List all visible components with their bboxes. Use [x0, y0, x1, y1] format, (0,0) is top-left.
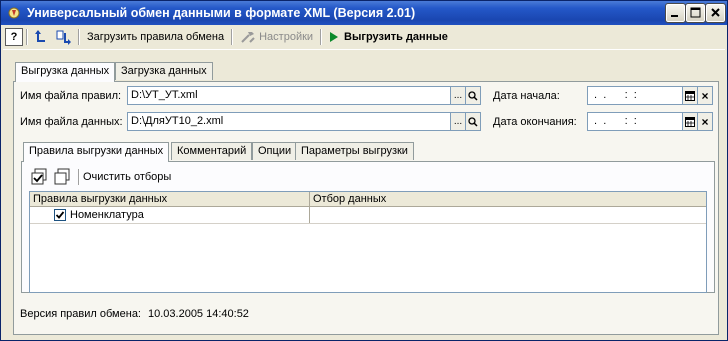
toolbar-separator: [320, 29, 323, 45]
start-date-label: Дата начала:: [493, 90, 560, 102]
maximize-button[interactable]: [685, 3, 706, 23]
end-date-clear-button[interactable]: ×: [697, 112, 713, 131]
start-date-input[interactable]: . . : :: [587, 86, 683, 105]
toolbar-separator: [231, 29, 234, 45]
main-panel: Выгрузка данных Загрузка данных Имя файл…: [3, 49, 725, 339]
grid-toolbar-separator: [78, 169, 80, 185]
tab-export-params-label: Параметры выгрузки: [301, 145, 408, 157]
check-all-icon: [31, 168, 47, 185]
rules-version-label: Версия правил обмена:: [20, 308, 141, 320]
data-file-label: Имя файла данных:: [20, 116, 123, 128]
tab-comment-label: Комментарий: [177, 145, 247, 157]
export-data-label: Выгрузить данные: [344, 31, 448, 43]
checkmark-icon: [55, 211, 65, 219]
row-rule-name: Номенклатура: [70, 209, 144, 221]
undo-arrow-icon: [35, 30, 45, 42]
main-window: Универсальный обмен данными в формате XM…: [0, 0, 728, 341]
uncheck-all-icon: [54, 168, 70, 185]
window-title: Универсальный обмен данными в формате XM…: [27, 6, 416, 20]
end-date-input[interactable]: . . : :: [587, 112, 683, 131]
end-date-calendar-button[interactable]: [682, 112, 698, 131]
tools-icon: [241, 32, 255, 43]
tab-export-rules-label: Правила выгрузки данных: [29, 145, 164, 157]
ellipsis-icon: ...: [453, 89, 463, 101]
uncheck-all-button[interactable]: [53, 168, 71, 186]
column-header-rules[interactable]: Правила выгрузки данных: [33, 193, 167, 205]
calendar-icon: [685, 116, 695, 127]
toolbar: ? Загрузить правила обмена Настройки Выг…: [5, 27, 723, 47]
rules-file-input[interactable]: D:\УТ_УТ.xml: [127, 86, 451, 105]
transfer-arrow-icon: [56, 30, 71, 45]
rules-file-label: Имя файла правил:: [20, 90, 122, 102]
tab-export-rules[interactable]: Правила выгрузки данных: [23, 142, 170, 162]
tab-export-params[interactable]: Параметры выгрузки: [295, 142, 414, 160]
table-row[interactable]: Номенклатура: [30, 207, 706, 224]
help-button[interactable]: ?: [5, 28, 23, 46]
tab-options-label: Опции: [258, 145, 292, 157]
help-icon: ?: [10, 31, 18, 43]
tab-import-label: Загрузка данных: [121, 65, 207, 77]
title-bar[interactable]: Универсальный обмен данными в формате XM…: [1, 1, 727, 25]
close-button[interactable]: [705, 3, 726, 23]
load-rules-label: Загрузить правила обмена: [87, 31, 225, 43]
end-date-label: Дата окончания:: [493, 116, 577, 128]
data-file-browse-button[interactable]: ...: [450, 112, 466, 131]
settings-label: Настройки: [259, 31, 314, 43]
start-date-calendar-button[interactable]: [682, 86, 698, 105]
grid-header: Правила выгрузки данных Отбор данных: [30, 192, 706, 207]
rules-file-browse-button[interactable]: ...: [450, 86, 466, 105]
clear-filters-button[interactable]: Очистить отборы: [83, 171, 171, 183]
minimize-button[interactable]: [665, 3, 686, 23]
transfer-button[interactable]: [53, 27, 75, 47]
tab-comment[interactable]: Комментарий: [171, 142, 253, 160]
calendar-icon: [685, 90, 695, 101]
rules-version-value: 10.03.2005 14:40:52: [148, 308, 249, 320]
load-rules-button[interactable]: Загрузить правила обмена: [83, 27, 228, 47]
column-header-filter[interactable]: Отбор данных: [313, 193, 386, 205]
clear-x-icon: ×: [701, 114, 709, 129]
tab-export[interactable]: Выгрузка данных: [15, 62, 116, 82]
play-icon: [330, 32, 339, 42]
check-all-button[interactable]: [31, 168, 49, 186]
rules-file-open-button[interactable]: [465, 86, 481, 105]
undo-button[interactable]: [31, 27, 53, 47]
data-file-input[interactable]: D:\ДляУТ10_2.xml: [127, 112, 451, 131]
app-icon: [6, 5, 22, 21]
magnifier-icon: [468, 90, 478, 101]
clear-x-icon: ×: [701, 88, 709, 103]
magnifier-icon: [468, 116, 478, 127]
tab-options[interactable]: Опции: [252, 142, 298, 160]
settings-button[interactable]: Настройки: [236, 27, 317, 47]
toolbar-separator: [26, 29, 28, 45]
tab-import[interactable]: Загрузка данных: [115, 62, 213, 80]
start-date-clear-button[interactable]: ×: [697, 86, 713, 105]
tab-export-label: Выгрузка данных: [21, 65, 110, 77]
toolbar-separator: [78, 29, 80, 45]
row-checkbox[interactable]: [54, 209, 66, 221]
rules-grid[interactable]: Правила выгрузки данных Отбор данных Ном…: [29, 191, 707, 293]
export-data-button[interactable]: Выгрузить данные: [325, 27, 452, 47]
ellipsis-icon: ...: [453, 115, 463, 127]
data-file-open-button[interactable]: [465, 112, 481, 131]
